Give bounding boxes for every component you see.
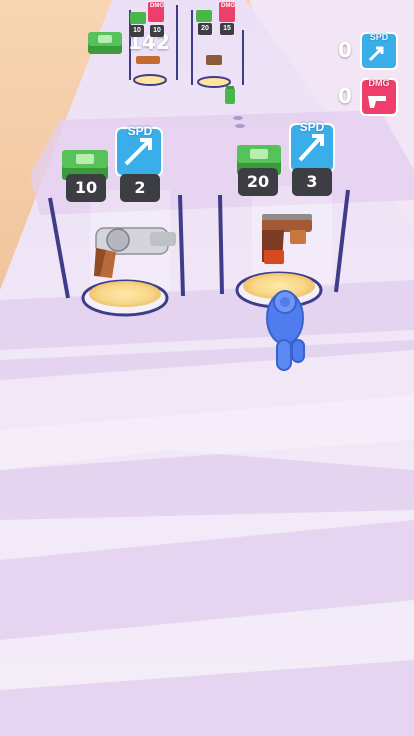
gate-speed-value: 3 [292, 168, 332, 196]
distant-money-stack [225, 86, 235, 104]
gate-money-cost: 10 [66, 174, 106, 202]
speed-stat-value: 0 [338, 38, 352, 62]
far-gate-damage-value: 15 [220, 23, 234, 35]
speed-stat: 0 SPD [338, 32, 400, 72]
far-gate-damage-label: DMG [221, 3, 235, 9]
track-marker [235, 124, 245, 128]
damage-stat: 0 DMG [338, 78, 400, 118]
track-marker [233, 116, 243, 120]
far-gate-damage-label: DMG [150, 3, 164, 9]
money-stack-icon [88, 32, 122, 54]
gate-speed-label: SPD [299, 120, 325, 134]
far-gate-damage-value: 10 [150, 25, 164, 37]
gate-money-cost: 20 [238, 168, 278, 196]
damage-stat-value: 0 [338, 84, 352, 108]
far-gate-money-cost: 10 [130, 25, 144, 37]
gun-icon: DMG [360, 78, 398, 116]
far-gate-money-cost: 20 [198, 23, 212, 35]
gate-speed-label: SPD [127, 124, 153, 138]
gate-speed-value: 2 [120, 174, 160, 202]
rocket-icon: SPD [360, 32, 398, 70]
